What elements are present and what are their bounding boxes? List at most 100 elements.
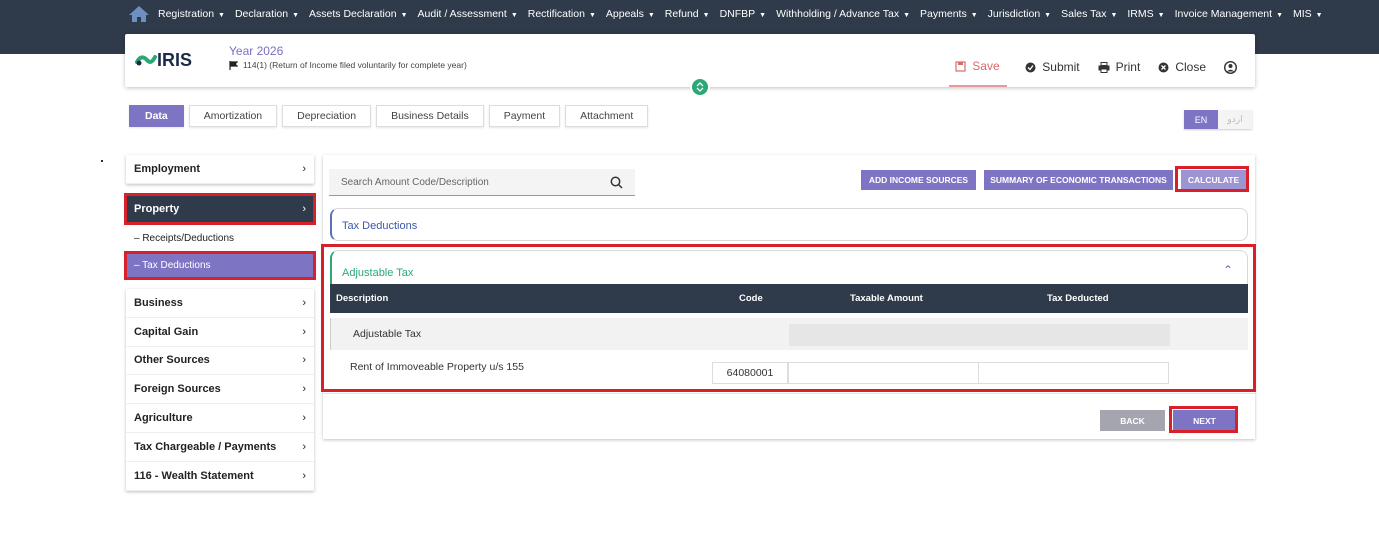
chevron-updown-icon xyxy=(696,82,704,92)
sidebar-item-label: Capital Gain xyxy=(134,325,199,338)
nav-item-7[interactable]: DNFBP ▼ xyxy=(720,8,767,20)
nav-item-4[interactable]: Rectification ▼ xyxy=(528,8,596,20)
main-panel: ADD INCOME SOURCES SUMMARY OF ECONOMIC T… xyxy=(321,155,1256,439)
nav-item-14[interactable]: MIS ▼ xyxy=(1293,8,1323,20)
caret-down-icon: ▼ xyxy=(759,12,767,19)
nav-item-label: Sales Tax xyxy=(1061,8,1107,20)
chevron-right-icon: › xyxy=(302,325,306,338)
lang-ur-button[interactable]: اردو xyxy=(1218,110,1252,129)
income-sidebar: Employment › Property › – Receipts/Deduc… xyxy=(124,155,316,491)
caret-down-icon: ▼ xyxy=(1157,12,1165,19)
close-label: Close xyxy=(1175,60,1206,74)
caret-down-icon: ▼ xyxy=(647,12,655,19)
print-icon xyxy=(1098,61,1110,73)
chevron-right-icon: › xyxy=(302,296,306,309)
nav-item-11[interactable]: Sales Tax ▼ xyxy=(1061,8,1117,20)
save-button[interactable]: Save xyxy=(949,59,1008,87)
sidebar-item-property[interactable]: Property › xyxy=(124,193,316,225)
nav-item-9[interactable]: Payments ▼ xyxy=(920,8,978,20)
submit-button[interactable]: Submit xyxy=(1025,60,1080,74)
caret-down-icon: ▼ xyxy=(510,12,518,19)
chevron-right-icon: › xyxy=(302,202,306,215)
sidebar-item-label: Property xyxy=(134,202,180,215)
caret-down-icon: ▼ xyxy=(1276,12,1283,19)
caret-down-icon: ▼ xyxy=(702,12,710,19)
sidebar-item-0[interactable]: Business › xyxy=(126,289,314,318)
tab-0[interactable]: Data xyxy=(129,105,184,127)
sidebar-item-4[interactable]: Agriculture › xyxy=(126,404,314,433)
close-button[interactable]: Close xyxy=(1158,60,1206,74)
tax-deductions-section[interactable]: Tax Deductions xyxy=(330,208,1248,241)
tab-1[interactable]: Amortization xyxy=(188,105,278,127)
back-button[interactable]: BACK xyxy=(1100,410,1165,431)
search-icon[interactable] xyxy=(610,176,623,189)
form-tabs: Data Amortization Depreciation Business Det… xyxy=(129,105,653,127)
sidebar-item-2[interactable]: Other Sources › xyxy=(126,347,314,376)
save-label: Save xyxy=(972,59,1000,73)
sidebar-item-label: 116 - Wealth Statement xyxy=(134,469,254,482)
add-income-sources-button[interactable]: ADD INCOME SOURCES xyxy=(861,170,976,190)
sidebar-item-6[interactable]: 116 - Wealth Statement › xyxy=(126,462,314,491)
caret-down-icon: ▼ xyxy=(1110,12,1118,19)
sidebar-item-label: Other Sources xyxy=(134,354,210,367)
save-icon xyxy=(955,60,966,72)
stray-dot xyxy=(101,160,103,162)
chevron-right-icon: › xyxy=(302,383,306,396)
nav-item-13[interactable]: Invoice Management ▼ xyxy=(1175,8,1283,20)
sidebar-group-other: Business › Capital Gain › Other Sources › Fore… xyxy=(126,289,314,491)
nav-item-1[interactable]: Declaration ▼ xyxy=(235,8,299,20)
chevron-right-icon: › xyxy=(302,412,306,425)
caret-down-icon: ▼ xyxy=(903,12,911,19)
user-profile-button[interactable] xyxy=(1224,60,1243,74)
search-box xyxy=(329,169,635,196)
caret-down-icon: ▼ xyxy=(218,12,225,19)
nav-item-label: Audit / Assessment xyxy=(417,8,507,20)
tab-5[interactable]: Attachment xyxy=(565,105,649,127)
submit-label: Submit xyxy=(1042,60,1080,74)
return-type-label: 114(1) (Return of Income filed voluntari… xyxy=(243,60,467,70)
nav-item-label: Invoice Management xyxy=(1174,8,1273,20)
nav-item-10[interactable]: Jurisdiction ▼ xyxy=(988,8,1051,20)
sidebar-item-label: Agriculture xyxy=(134,412,193,425)
sidebar-item-label: Business xyxy=(134,296,183,309)
summary-economic-transactions-button[interactable]: SUMMARY OF ECONOMIC TRANSACTIONS xyxy=(984,170,1173,190)
lang-en-button[interactable]: EN xyxy=(1184,110,1218,129)
sidebar-sub-receipts-deductions[interactable]: – Receipts/Deductions xyxy=(126,226,314,251)
nav-item-label: Withholding / Advance Tax xyxy=(776,8,900,20)
iris-logo: IRIS xyxy=(135,50,192,70)
tab-2[interactable]: Depreciation xyxy=(282,105,372,127)
nav-item-label: Appeals xyxy=(605,8,644,20)
close-circle-icon xyxy=(1158,62,1169,72)
search-input[interactable] xyxy=(341,176,581,188)
nav-item-label: DNFBP xyxy=(719,8,756,20)
nav-item-8[interactable]: Withholding / Advance Tax ▼ xyxy=(776,8,910,20)
section-title: Tax Deductions xyxy=(342,220,418,232)
return-header: IRIS Year 2026 114(1) (Return of Income … xyxy=(125,34,1255,87)
print-button[interactable]: Print xyxy=(1098,60,1141,74)
sidebar-item-employment[interactable]: Employment › xyxy=(126,155,314,184)
nav-item-2[interactable]: Assets Declaration ▼ xyxy=(309,8,407,20)
divider xyxy=(323,393,1255,394)
nav-item-label: Assets Declaration xyxy=(309,8,397,20)
tab-3[interactable]: Business Details xyxy=(376,105,484,127)
nav-item-5[interactable]: Appeals ▼ xyxy=(606,8,655,20)
expand-collapse-toggle[interactable] xyxy=(690,77,710,97)
adjustable-tax-highlight xyxy=(321,244,1256,392)
chevron-right-icon: › xyxy=(302,354,306,367)
flag-icon xyxy=(229,60,238,70)
nav-item-0[interactable]: Registration ▼ xyxy=(158,8,225,20)
sidebar-item-label: Foreign Sources xyxy=(134,383,221,396)
nav-item-3[interactable]: Audit / Assessment ▼ xyxy=(418,8,518,20)
home-icon[interactable] xyxy=(128,5,150,23)
sidebar-item-label: Tax Chargeable / Payments xyxy=(134,440,277,453)
nav-item-12[interactable]: IRMS ▼ xyxy=(1127,8,1164,20)
nav-item-6[interactable]: Refund ▼ xyxy=(665,8,710,20)
sidebar-item-3[interactable]: Foreign Sources › xyxy=(126,375,314,405)
sidebar-item-5[interactable]: Tax Chargeable / Payments › xyxy=(126,433,314,462)
tab-4[interactable]: Payment xyxy=(488,105,561,127)
caret-down-icon: ▼ xyxy=(588,12,596,19)
sidebar-sub-tax-deductions[interactable]: – Tax Deductions xyxy=(124,251,316,280)
caret-down-icon: ▼ xyxy=(1044,12,1052,19)
sidebar-item-1[interactable]: Capital Gain › xyxy=(126,318,314,347)
print-label: Print xyxy=(1115,60,1141,74)
